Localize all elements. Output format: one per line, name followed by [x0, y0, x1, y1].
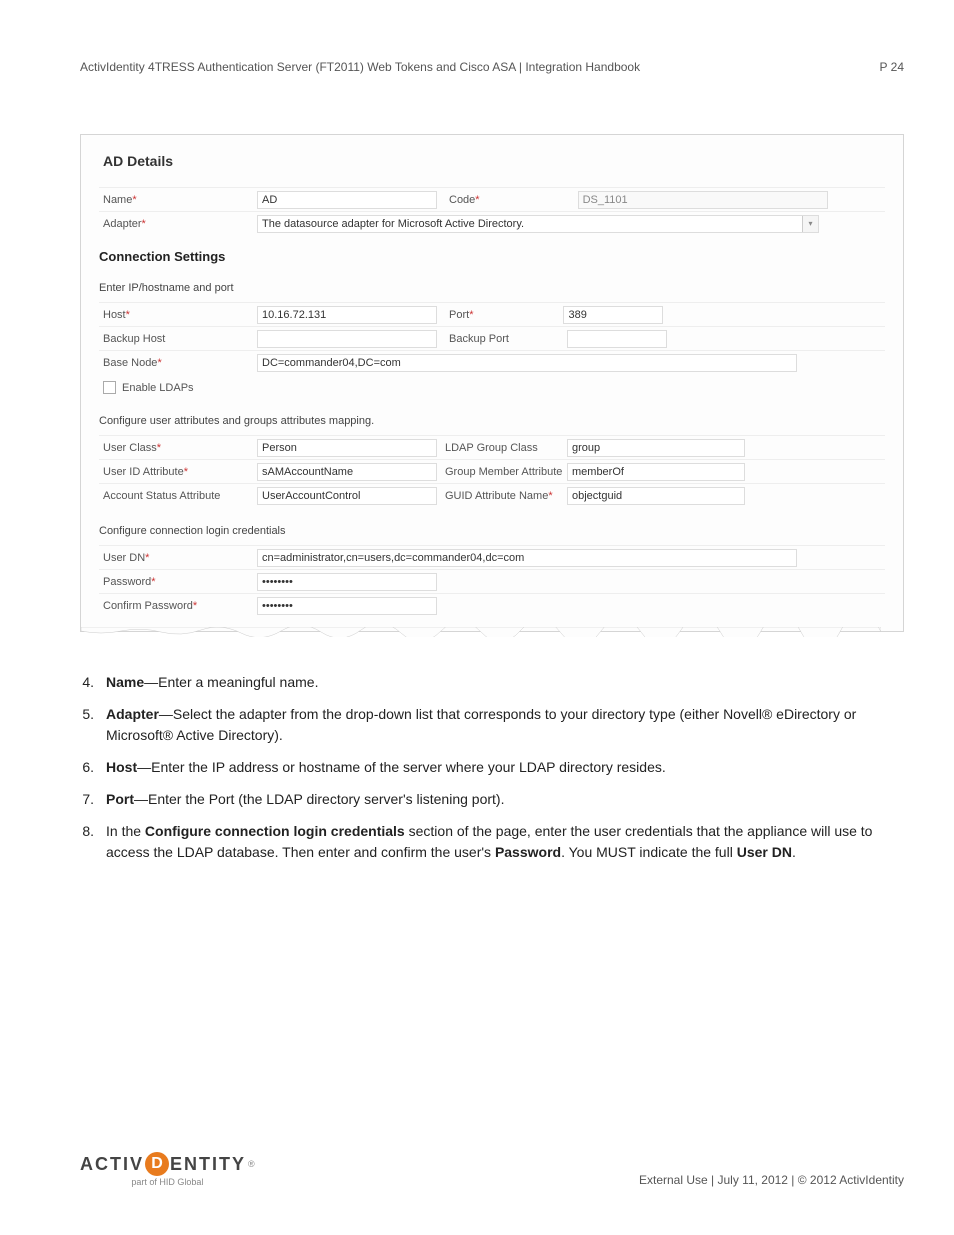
guidattr-label: GUID Attribute Name [445, 490, 548, 502]
groupmember-input[interactable] [567, 463, 745, 481]
instruction-4: 4. Name—Enter a meaningful name. [80, 672, 904, 692]
accountstatus-input[interactable] [257, 487, 437, 505]
backup-port-label: Backup Port [449, 333, 509, 345]
page-footer: ACTIV D ENTITY ® part of HID Global Exte… [80, 1152, 904, 1187]
password-input[interactable] [257, 573, 437, 591]
instruction-5: 5. Adapter—Select the adapter from the d… [80, 704, 904, 745]
instruction-7: 7. Port—Enter the Port (the LDAP directo… [80, 789, 904, 809]
useridattr-input[interactable] [257, 463, 437, 481]
userdn-input[interactable] [257, 549, 797, 567]
groupmember-label: Group Member Attribute [445, 466, 562, 478]
basenode-input[interactable] [257, 354, 797, 372]
ip-hostname-subheading: Enter IP/hostname and port [99, 282, 885, 294]
instructions-list: 4. Name—Enter a meaningful name. 5. Adap… [80, 672, 904, 862]
activ-identity-logo: ACTIV D ENTITY ® part of HID Global [80, 1152, 255, 1187]
password-label: Password [103, 576, 151, 588]
confirm-password-label: Confirm Password [103, 600, 193, 612]
port-label: Port [449, 309, 469, 321]
page-header: ActivIdentity 4TRESS Authentication Serv… [80, 60, 904, 74]
code-label: Code [449, 194, 475, 206]
host-input[interactable] [257, 306, 437, 324]
enable-ldaps-checkbox[interactable] [103, 381, 116, 394]
ldapgroup-input[interactable] [567, 439, 745, 457]
guidattr-input[interactable] [567, 487, 745, 505]
instruction-6: 6. Host—Enter the IP address or hostname… [80, 757, 904, 777]
userdn-label: User DN [103, 552, 145, 564]
host-label: Host [103, 309, 126, 321]
backup-port-input[interactable] [567, 330, 667, 348]
panel-title: AD Details [103, 153, 885, 169]
logo-subtitle: part of HID Global [131, 1177, 203, 1187]
basenode-label: Base Node [103, 357, 157, 369]
port-input[interactable] [563, 306, 663, 324]
code-input [578, 191, 828, 209]
ad-details-panel: AD Details Name* Code* Adapter* The data… [80, 134, 904, 632]
logo-d-icon: D [145, 1152, 169, 1176]
accountstatus-label: Account Status Attribute [103, 490, 220, 502]
adapter-label: Adapter [103, 218, 142, 230]
instruction-8: 8. In the Configure connection login cre… [80, 821, 904, 862]
adapter-select[interactable]: The datasource adapter for Microsoft Act… [257, 215, 819, 233]
name-label: Name [103, 194, 132, 206]
attributes-subheading: Configure user attributes and groups att… [99, 415, 885, 427]
header-title: ActivIdentity 4TRESS Authentication Serv… [80, 60, 640, 74]
header-page-number: P 24 [880, 60, 904, 74]
credentials-subheading: Configure connection login credentials [99, 525, 885, 537]
enable-ldaps-label: Enable LDAPs [122, 382, 194, 394]
userclass-input[interactable] [257, 439, 437, 457]
footer-copyright: External Use | July 11, 2012 | © 2012 Ac… [639, 1173, 904, 1187]
backup-host-input[interactable] [257, 330, 437, 348]
ldapgroup-label: LDAP Group Class [445, 442, 538, 454]
torn-edge-decoration [81, 627, 881, 637]
confirm-password-input[interactable] [257, 597, 437, 615]
userclass-label: User Class [103, 442, 157, 454]
useridattr-label: User ID Attribute [103, 466, 184, 478]
backup-host-label: Backup Host [103, 333, 165, 345]
chevron-down-icon[interactable]: ▾ [802, 216, 818, 232]
name-input[interactable] [257, 191, 437, 209]
connection-settings-heading: Connection Settings [99, 249, 885, 264]
